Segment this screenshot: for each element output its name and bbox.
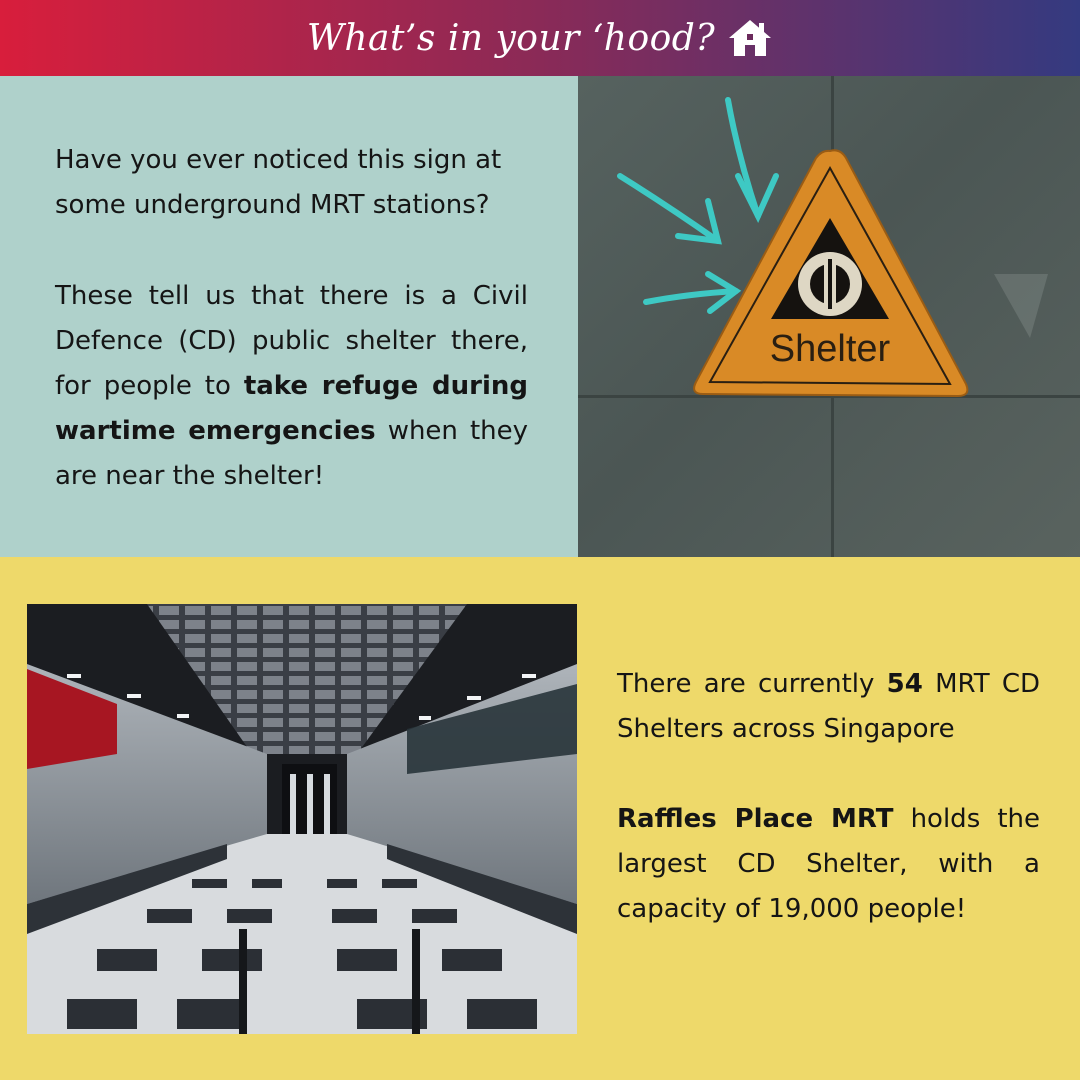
home-icon	[729, 20, 772, 56]
header-title: What’s in your ‘hood?	[306, 17, 716, 59]
mrt-station-photo	[27, 604, 577, 1034]
arrow-icon	[725, 97, 761, 219]
arrow-icon	[617, 173, 721, 244]
shelter-sign-illustration: Shelter	[617, 97, 1048, 398]
largest-shelter-station: Raffles Place MRT	[617, 804, 894, 834]
intro-question: Have you ever noticed this sign at some …	[55, 145, 502, 220]
civil-defence-logo-icon	[798, 252, 862, 316]
intro-explanation: These tell us that there is a Civil Defe…	[55, 274, 528, 499]
shelter-count-fact: There are currently 54 MRT CD Shelters a…	[617, 662, 1040, 752]
shelter-sign-photo: Shelter	[578, 76, 1080, 557]
largest-shelter-fact: Raffles Place MRT holds the largest CD S…	[617, 797, 1040, 932]
header-banner: What’s in your ‘hood?	[0, 0, 1080, 76]
station-illustration	[27, 604, 577, 1034]
shelter-count-number: 54	[886, 669, 923, 699]
sign-text: Shelter	[770, 328, 891, 370]
arrow-head-icon	[735, 173, 779, 223]
shelter-count-part1: There are currently	[617, 669, 887, 699]
